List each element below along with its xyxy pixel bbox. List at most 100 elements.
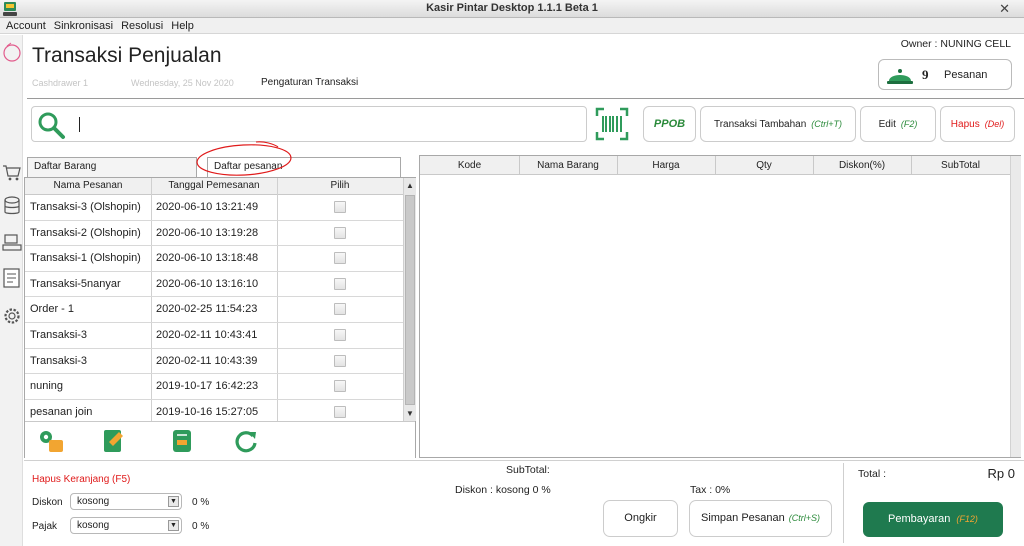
edit-order-icon[interactable] bbox=[101, 428, 127, 454]
total-label: Total : bbox=[858, 468, 887, 480]
pembayaran-button[interactable]: Pembayaran (F12) bbox=[863, 502, 1003, 537]
transaksi-tambahan-button[interactable]: Transaksi Tambahan (Ctrl+T) bbox=[700, 106, 856, 142]
table-row[interactable]: nuning 2019-10-17 16:42:23 bbox=[25, 374, 403, 400]
orders-scrollbar[interactable]: ▲ ▼ bbox=[403, 178, 416, 421]
diskon-select[interactable]: kosong ▼ bbox=[70, 493, 182, 510]
edit-shortcut: (F2) bbox=[900, 119, 918, 129]
close-window-icon[interactable]: ✕ bbox=[999, 1, 1010, 17]
page-title: Transaksi Penjualan bbox=[32, 44, 222, 67]
pajak-select-value: kosong bbox=[77, 520, 110, 531]
select-checkbox[interactable] bbox=[334, 226, 346, 239]
scroll-thumb[interactable] bbox=[405, 195, 415, 405]
database-icon[interactable] bbox=[2, 195, 22, 217]
chevron-down-icon[interactable]: ▼ bbox=[168, 496, 179, 507]
col-tanggal-pemesanan: Tanggal Pemesanan bbox=[168, 180, 260, 191]
orders-button[interactable]: 9 Pesanan bbox=[878, 59, 1012, 90]
pajak-label: Pajak bbox=[32, 521, 58, 532]
menu-sinkronisasi[interactable]: Sinkronisasi bbox=[50, 18, 117, 34]
table-row[interactable]: Transaksi-1 (Olshopin) 2020-06-10 13:18:4… bbox=[25, 246, 403, 272]
order-date: 2020-02-25 11:54:23 bbox=[156, 303, 258, 316]
order-date: 2020-02-11 10:43:39 bbox=[156, 354, 258, 367]
col-harga: Harga bbox=[652, 160, 680, 171]
logo-circle-icon bbox=[3, 42, 21, 62]
report-icon[interactable] bbox=[2, 267, 22, 289]
settings-link[interactable]: Pengaturan Transaksi bbox=[261, 77, 358, 88]
menu-account[interactable]: Account bbox=[0, 18, 50, 34]
print-order-icon[interactable] bbox=[169, 428, 195, 454]
ppob-button[interactable]: PPOB bbox=[643, 106, 696, 142]
col-subtotal: SubTotal bbox=[941, 160, 980, 171]
date-label: Wednesday, 25 Nov 2020 bbox=[131, 78, 234, 88]
select-checkbox[interactable] bbox=[334, 201, 346, 213]
cart-icon[interactable] bbox=[2, 161, 22, 183]
select-checkbox[interactable] bbox=[334, 405, 346, 418]
transaksi-tambahan-shortcut: (Ctrl+T) bbox=[811, 119, 843, 129]
pajak-select[interactable]: kosong ▼ bbox=[70, 517, 182, 534]
refresh-icon[interactable] bbox=[233, 428, 259, 454]
owner-label: Owner : NUNING CELL bbox=[900, 38, 1011, 50]
window-title: Kasir Pintar Desktop 1.1.1 Beta 1 bbox=[426, 2, 598, 14]
ongkir-button[interactable]: Ongkir bbox=[603, 500, 678, 537]
cart-panel: Kode Nama Barang Harga Qty Diskon(%) Sub… bbox=[419, 155, 1021, 458]
order-date: 2019-10-16 15:27:05 bbox=[156, 405, 259, 418]
search-icon bbox=[38, 112, 65, 139]
order-name: Transaksi-3 bbox=[30, 354, 88, 367]
diskon-label: Diskon bbox=[32, 497, 63, 508]
simpan-pesanan-label: Simpan Pesanan bbox=[700, 512, 785, 524]
select-checkbox[interactable] bbox=[334, 277, 346, 290]
hapus-button[interactable]: Hapus (Del) bbox=[940, 106, 1015, 142]
chevron-down-icon[interactable]: ▼ bbox=[168, 520, 179, 531]
orders-panel: Nama Pesanan Tanggal Pemesanan Pilih Tra… bbox=[24, 177, 416, 458]
orders-actions bbox=[25, 421, 415, 458]
clear-cart-link[interactable]: Hapus Keranjang (F5) bbox=[32, 474, 130, 485]
total-divider bbox=[843, 463, 844, 543]
title-bar: Kasir Pintar Desktop 1.1.1 Beta 1 ✕ bbox=[0, 0, 1024, 18]
table-row[interactable]: Transaksi-3 (Olshopin) 2020-06-10 13:21:4… bbox=[25, 195, 403, 221]
order-date: 2020-06-10 13:21:49 bbox=[156, 201, 259, 213]
orders-count: 9 bbox=[922, 67, 929, 82]
search-input[interactable] bbox=[31, 106, 587, 142]
text-cursor bbox=[79, 117, 80, 132]
scroll-up-icon[interactable]: ▲ bbox=[406, 181, 414, 190]
cashier-icon[interactable] bbox=[2, 231, 22, 253]
order-date: 2020-06-10 13:16:10 bbox=[156, 277, 259, 290]
col-nama-barang: Nama Barang bbox=[537, 160, 599, 171]
menu-help[interactable]: Help bbox=[167, 18, 198, 34]
ppob-label: PPOB bbox=[653, 118, 686, 130]
table-row[interactable]: Order - 1 2020-02-25 11:54:23 bbox=[25, 297, 403, 323]
select-checkbox[interactable] bbox=[334, 303, 346, 316]
order-name: Order - 1 bbox=[30, 303, 75, 316]
order-date: 2020-06-10 13:19:28 bbox=[156, 226, 259, 239]
manage-orders-icon[interactable] bbox=[37, 428, 65, 454]
edit-button[interactable]: Edit (F2) bbox=[860, 106, 936, 142]
order-name: nuning bbox=[30, 380, 64, 393]
table-row[interactable]: Transaksi-3 2020-02-11 10:43:39 bbox=[25, 349, 403, 375]
menu-bar: Account Sinkronisasi Resolusi Help bbox=[0, 18, 1024, 34]
col-nama-pesanan: Nama Pesanan bbox=[53, 180, 123, 191]
cart-table-header: Kode Nama Barang Harga Qty Diskon(%) Sub… bbox=[420, 156, 1010, 175]
order-name: Transaksi-3 bbox=[30, 328, 88, 341]
tax-info: Tax : 0% bbox=[690, 484, 731, 496]
service-bell-icon bbox=[887, 69, 913, 84]
col-diskon: Diskon(%) bbox=[838, 160, 886, 171]
diskon-select-value: kosong bbox=[77, 496, 110, 507]
edit-label: Edit bbox=[878, 119, 896, 130]
pajak-percent: 0 % bbox=[192, 521, 210, 532]
cart-scrollbar[interactable] bbox=[1010, 156, 1021, 457]
table-row[interactable]: Transaksi-3 2020-02-11 10:43:41 bbox=[25, 323, 403, 349]
total-value: Rp 0 bbox=[987, 466, 1015, 481]
settings-gear-icon[interactable] bbox=[2, 305, 22, 327]
simpan-pesanan-button[interactable]: Simpan Pesanan (Ctrl+S) bbox=[689, 500, 832, 537]
table-row[interactable]: Transaksi-5nanyar 2020-06-10 13:16:10 bbox=[25, 272, 403, 298]
orders-rows: Transaksi-3 (Olshopin) 2020-06-10 13:21:4… bbox=[25, 195, 403, 425]
table-row[interactable]: Transaksi-2 (Olshopin) 2020-06-10 13:19:2… bbox=[25, 221, 403, 247]
select-checkbox[interactable] bbox=[334, 354, 346, 367]
scroll-down-icon[interactable]: ▼ bbox=[406, 409, 414, 418]
menu-resolusi[interactable]: Resolusi bbox=[117, 18, 167, 34]
tab-daftar-barang[interactable]: Daftar Barang bbox=[27, 157, 197, 177]
barcode-scan-icon[interactable] bbox=[595, 107, 629, 141]
select-checkbox[interactable] bbox=[334, 252, 346, 265]
select-checkbox[interactable] bbox=[334, 380, 346, 393]
select-checkbox[interactable] bbox=[334, 328, 346, 341]
cashdrawer-label: Cashdrawer 1 bbox=[32, 78, 89, 88]
